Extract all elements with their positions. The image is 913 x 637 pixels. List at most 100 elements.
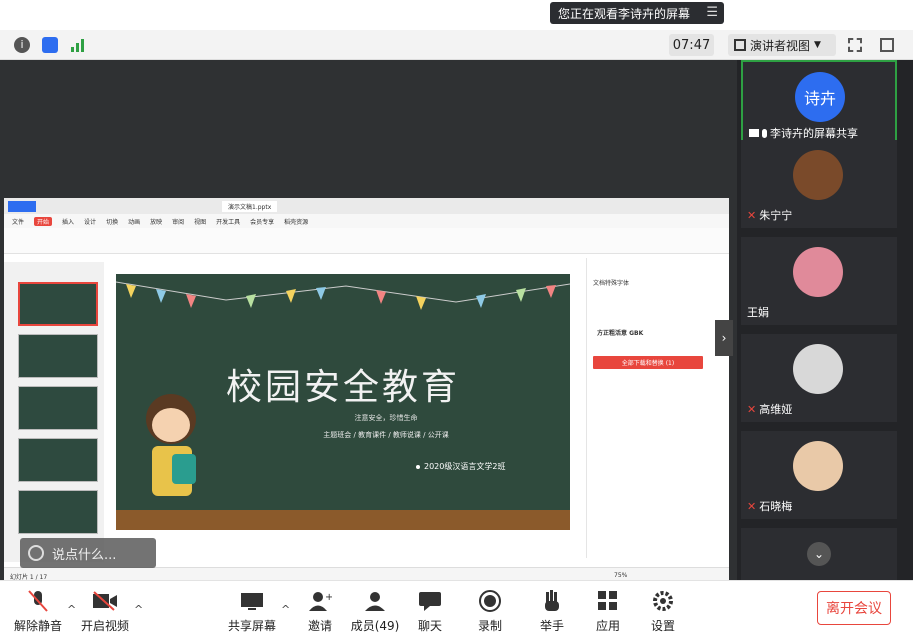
avatar <box>793 344 843 394</box>
participant-name: 王娟 <box>747 304 769 320</box>
participant-panel: 诗卉 李诗卉的屏幕共享 ✕ 朱宁宁 王娟 ✕ 高维娅 ✕ 石晓梅 ⌄ › <box>715 60 913 580</box>
raise-hand-button[interactable]: 举手 <box>532 581 572 637</box>
slide-thumbnail[interactable] <box>18 282 98 326</box>
grid-icon <box>734 39 746 51</box>
microphone-muted-icon <box>25 588 51 614</box>
viewing-banner-text: 您正在观看李诗卉的屏幕 <box>558 6 691 21</box>
menu-item[interactable]: 放映 <box>150 217 162 226</box>
menu-item[interactable]: 开始 <box>34 216 53 226</box>
slide-thumbnail[interactable] <box>18 334 98 378</box>
font-pane-font-name: 方正粗活意 GBK <box>597 330 644 337</box>
members-button[interactable]: 成员(49) <box>351 581 399 637</box>
gear-icon <box>650 588 676 614</box>
mic-muted-icon: ✕ <box>747 208 757 222</box>
menu-item[interactable]: 动画 <box>128 217 140 226</box>
slide-thumbnails <box>4 262 104 562</box>
signal-icon[interactable] <box>70 37 86 53</box>
ppt-ribbon <box>4 228 729 254</box>
add-user-icon: + <box>307 588 333 614</box>
menu-item[interactable]: 审阅 <box>172 217 184 226</box>
microphone-icon <box>762 128 767 138</box>
wooden-floor <box>116 510 570 530</box>
menu-item[interactable]: 插入 <box>62 217 74 226</box>
slide-thumbnail[interactable] <box>18 386 98 430</box>
menu-item[interactable]: 会员专享 <box>250 217 274 226</box>
download-replace-button[interactable]: 全部下载和替换 (1) <box>593 356 703 369</box>
status-bar: i 07:47 演讲者视图 ▼ <box>0 30 913 60</box>
meeting-timer: 07:47 <box>669 34 714 56</box>
participant-tile[interactable]: ✕ 石晓梅 <box>741 431 897 519</box>
main-stage: 演示文稿1.pptx 文件 开始 插入 设计 切换 动画 放映 审阅 视图 开发… <box>0 60 737 583</box>
cartoon-girl-illustration <box>136 394 206 514</box>
current-slide: 校园安全教育 注意安全，珍惜生命 主题班会 / 教育课件 / 教师说课 / 公开… <box>116 274 570 530</box>
chat-input-overlay[interactable]: 说点什么... <box>20 538 156 568</box>
view-mode-label: 演讲者视图 <box>750 38 811 53</box>
participant-tile[interactable]: ✕ 高维娅 <box>741 334 897 422</box>
chat-label: 聊天 <box>417 619 442 633</box>
participant-tile[interactable]: 王娟 <box>741 237 897 325</box>
chevron-up-icon[interactable]: ^ <box>281 603 290 616</box>
menu-item[interactable]: 设计 <box>84 217 96 226</box>
share-screen-button[interactable]: 共享屏幕 <box>228 581 276 637</box>
participant-tile[interactable]: ✕ 朱宁宁 <box>741 140 897 228</box>
avatar <box>793 441 843 491</box>
record-button[interactable]: 录制 <box>470 581 510 637</box>
share-screen-icon <box>239 588 265 614</box>
slide-subtitle: 注意安全，珍惜生命 <box>354 414 418 422</box>
video-label: 开启视频 <box>81 619 130 633</box>
hand-icon <box>539 588 565 614</box>
mute-label: 解除静音 <box>14 619 63 633</box>
settings-label: 设置 <box>650 619 675 633</box>
security-shield-icon[interactable] <box>42 37 58 53</box>
participant-name-text: 王娟 <box>747 306 769 319</box>
participant-name-text: 朱宁宁 <box>759 209 793 222</box>
mute-button[interactable]: 解除静音 <box>14 581 63 637</box>
chat-placeholder: 说点什么... <box>52 547 117 563</box>
zoom-level[interactable]: 75% <box>614 572 627 579</box>
video-button[interactable]: 开启视频 <box>81 581 130 637</box>
layout-icon[interactable] <box>880 38 894 52</box>
record-icon <box>477 588 503 614</box>
invite-button[interactable]: + 邀请 <box>300 581 340 637</box>
bullet-dot-icon <box>416 464 420 469</box>
speaker-view-dropdown[interactable]: 演讲者视图 ▼ <box>728 34 836 56</box>
participant-name-text: 李诗卉的屏幕共享 <box>770 127 858 140</box>
slide-class: 2020级汉语言文学2班 <box>416 461 505 472</box>
participant-tile[interactable]: ⌄ <box>741 528 897 580</box>
invite-label: 邀请 <box>307 619 332 633</box>
meeting-window: 您正在观看李诗卉的屏幕 ☰ i 07:47 演讲者视图 ▼ 演示文稿1.pptx… <box>0 0 913 637</box>
banner-menu-icon[interactable]: ☰ <box>706 5 718 20</box>
info-icon[interactable]: i <box>14 37 30 53</box>
chevron-up-icon[interactable]: ^ <box>67 603 76 616</box>
menu-item[interactable]: 视图 <box>194 217 206 226</box>
collapse-panel-handle[interactable]: › <box>715 320 733 356</box>
mic-muted-icon: ✕ <box>747 402 757 416</box>
fullscreen-icon[interactable] <box>848 38 862 52</box>
slide-thumbnail[interactable] <box>18 490 98 534</box>
menu-item[interactable]: 稻壳资源 <box>284 217 308 226</box>
participant-name: 李诗卉的屏幕共享 <box>749 125 858 141</box>
menu-item[interactable]: 文件 <box>12 217 24 226</box>
chevron-up-icon[interactable]: ^ <box>134 603 143 616</box>
tab-file[interactable]: 演示文稿1.pptx <box>222 201 278 212</box>
slide-title: 校园安全教育 <box>225 367 460 408</box>
settings-button[interactable]: 设置 <box>643 581 683 637</box>
menu-item[interactable]: 切换 <box>106 217 118 226</box>
svg-text:+: + <box>325 592 332 603</box>
bunting-decoration <box>116 281 570 310</box>
scroll-down-icon[interactable]: ⌄ <box>807 542 831 566</box>
participant-name-text: 高维娅 <box>759 403 793 416</box>
apps-grid-icon <box>595 588 621 614</box>
tab-home[interactable] <box>8 201 36 212</box>
menu-item[interactable]: 开发工具 <box>216 217 240 226</box>
chat-button[interactable]: 聊天 <box>410 581 450 637</box>
record-label: 录制 <box>477 619 502 633</box>
members-icon <box>362 588 388 614</box>
ppt-tab-bar: 演示文稿1.pptx <box>4 198 729 214</box>
slide-thumbnail[interactable] <box>18 438 98 482</box>
apps-button[interactable]: 应用 <box>588 581 628 637</box>
leave-meeting-button[interactable]: 离开会议 <box>817 591 891 625</box>
participant-tile-screen-share[interactable]: 诗卉 李诗卉的屏幕共享 <box>741 60 897 148</box>
apps-label: 应用 <box>595 619 620 633</box>
participant-name-text: 石晓梅 <box>759 500 793 513</box>
